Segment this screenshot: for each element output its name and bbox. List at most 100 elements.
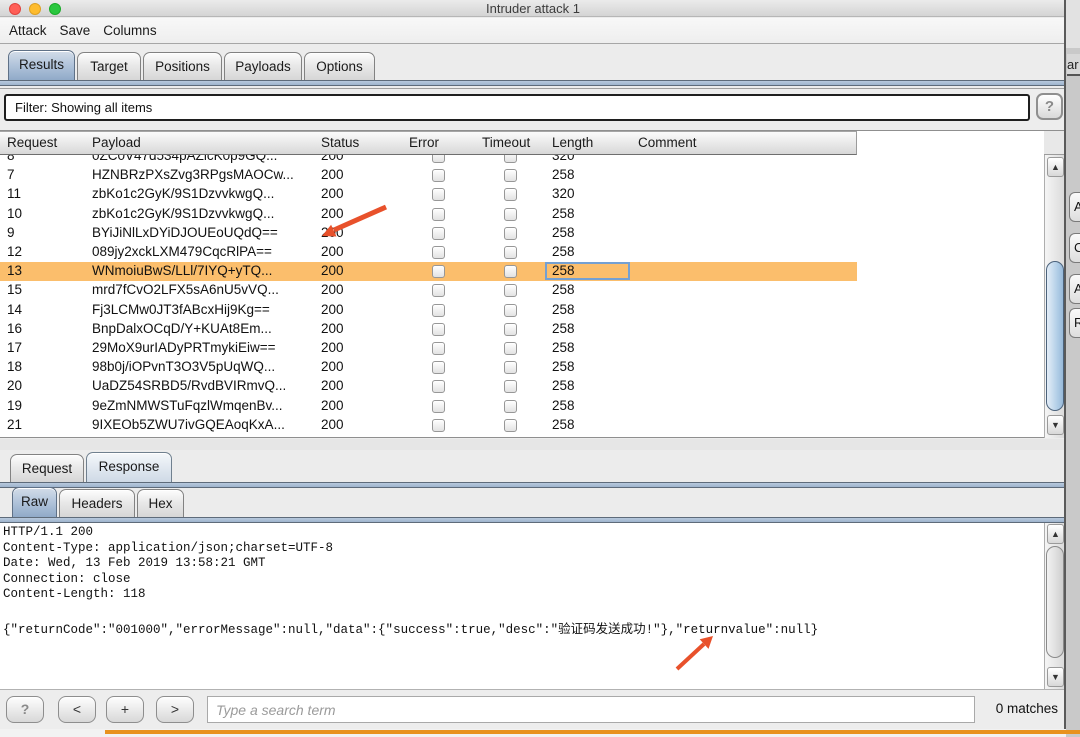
table-row[interactable]: 10zbKo1c2GyK/9S1DzvvkwgQ...200258: [0, 205, 857, 224]
scroll-up-icon[interactable]: ▲: [1047, 157, 1064, 177]
table-row[interactable]: 219IXEOb5ZWU7ivGQEAoqKxA...200258: [0, 416, 857, 435]
error-checkbox[interactable]: [432, 227, 445, 240]
timeout-checkbox[interactable]: [504, 361, 517, 374]
column-header-payload[interactable]: Payload: [85, 131, 315, 155]
scrollbar-corner: [1044, 131, 1065, 155]
error-checkbox[interactable]: [432, 323, 445, 336]
background-partial-button[interactable]: A: [1069, 192, 1080, 222]
timeout-checkbox[interactable]: [504, 208, 517, 221]
table-row[interactable]: 16BnpDalxOCqD/Y+KUAt8Em...200258: [0, 320, 857, 339]
background-partial-button[interactable]: C: [1069, 233, 1080, 263]
column-header-request[interactable]: Request: [0, 131, 86, 155]
table-row[interactable]: 1729MoX9urIADyPRTmykiEiw==200258: [0, 339, 857, 358]
scroll-down-icon[interactable]: ▼: [1047, 667, 1064, 687]
scroll-up-icon[interactable]: ▲: [1047, 524, 1064, 544]
cell-payload: 089jy2xckLXM479CqcRlPA==: [92, 243, 310, 262]
filter-help-button[interactable]: ?: [1036, 93, 1063, 120]
table-row[interactable]: 12089jy2xckLXM479CqcRlPA==200258: [0, 243, 857, 262]
search-help-button[interactable]: ?: [6, 696, 44, 723]
error-checkbox[interactable]: [432, 284, 445, 297]
tab-target[interactable]: Target: [77, 52, 141, 80]
cell-length: 258: [552, 358, 630, 377]
cell-comment: [638, 205, 853, 224]
tab-positions[interactable]: Positions: [143, 52, 222, 80]
table-row[interactable]: 11zbKo1c2GyK/9S1DzvvkwgQ...200320: [0, 185, 857, 204]
menu-columns[interactable]: Columns: [103, 23, 156, 38]
timeout-checkbox[interactable]: [504, 246, 517, 259]
background-partial-button[interactable]: R: [1069, 308, 1080, 338]
table-row[interactable]: 20UaDZ54SRBD5/RvdBVIRmvQ...200258: [0, 377, 857, 396]
timeout-checkbox[interactable]: [504, 188, 517, 201]
table-row[interactable]: 13WNmoiuBwS/LLl/7IYQ+yTQ...200258: [0, 262, 857, 281]
error-checkbox[interactable]: [432, 246, 445, 259]
search-input[interactable]: [207, 696, 975, 723]
tab-payloads[interactable]: Payloads: [224, 52, 302, 80]
response-viewer[interactable]: HTTP/1.1 200Content-Type: application/js…: [0, 523, 1044, 689]
table-row[interactable]: 199eZmNMWSTuFqzlWmqenBv...200258: [0, 397, 857, 416]
cell-status: 200: [321, 262, 401, 281]
column-header-error[interactable]: Error: [402, 131, 476, 155]
error-checkbox[interactable]: [432, 342, 445, 355]
column-header-length[interactable]: Length: [545, 131, 632, 155]
table-row[interactable]: 7HZNBRzPXsZvg3RPgsMAOCw...200258: [0, 166, 857, 185]
error-checkbox[interactable]: [432, 208, 445, 221]
response-scrollbar-thumb[interactable]: [1046, 546, 1064, 658]
error-checkbox[interactable]: [432, 400, 445, 413]
timeout-checkbox[interactable]: [504, 265, 517, 278]
table-scrollbar-thumb[interactable]: [1046, 261, 1064, 411]
table-row[interactable]: 80ZC0V47d534pAZicK0p9GQ...200320: [0, 155, 857, 166]
tab-headers[interactable]: Headers: [59, 489, 135, 517]
error-checkbox[interactable]: [432, 265, 445, 278]
menu-save[interactable]: Save: [60, 23, 91, 38]
tab-results[interactable]: Results: [8, 50, 75, 80]
cell-comment: [638, 301, 853, 320]
tab-response[interactable]: Response: [86, 452, 172, 482]
tabpane-border: [0, 80, 1066, 86]
response-line: Content-Type: application/json;charset=U…: [3, 541, 333, 555]
error-checkbox[interactable]: [432, 380, 445, 393]
table-row[interactable]: 9BYiJiNlLxDYiDJOUEoUQdQ==200258: [0, 224, 857, 243]
cell-payload: zbKo1c2GyK/9S1DzvvkwgQ...: [92, 185, 310, 204]
column-header-status[interactable]: Status: [314, 131, 403, 155]
column-header-comment[interactable]: Comment: [631, 131, 857, 155]
cell-comment: [638, 262, 853, 281]
search-next-button[interactable]: >: [156, 696, 194, 723]
timeout-checkbox[interactable]: [504, 342, 517, 355]
table-row[interactable]: 1898b0j/iOPvnT3O3V5pUqWQ...200258: [0, 358, 857, 377]
tab-hex[interactable]: Hex: [137, 489, 184, 517]
timeout-checkbox[interactable]: [504, 400, 517, 413]
timeout-checkbox[interactable]: [504, 284, 517, 297]
error-checkbox[interactable]: [432, 169, 445, 182]
error-checkbox[interactable]: [432, 419, 445, 432]
search-prev-button[interactable]: <: [58, 696, 96, 723]
tab-raw[interactable]: Raw: [12, 487, 57, 517]
error-checkbox[interactable]: [432, 304, 445, 317]
cell-request: 15: [7, 281, 82, 300]
error-checkbox[interactable]: [432, 188, 445, 201]
response-scrollbar[interactable]: ▲ ▼: [1044, 523, 1065, 689]
error-checkbox[interactable]: [432, 155, 445, 163]
menu-attack[interactable]: Attack: [9, 23, 47, 38]
table-scrollbar[interactable]: ▲ ▼: [1044, 155, 1065, 438]
filter-box[interactable]: Filter: Showing all items: [4, 94, 1030, 121]
tab-request[interactable]: Request: [10, 454, 84, 482]
background-tab-fragment: ar: [1067, 54, 1080, 76]
timeout-checkbox[interactable]: [504, 227, 517, 240]
table-row[interactable]: 15mrd7fCvO2LFX5sA6nU5vVQ...200258: [0, 281, 857, 300]
search-add-button[interactable]: +: [106, 696, 144, 723]
table-row[interactable]: 14Fj3LCMw0JT3fABcxHij9Kg==200258: [0, 301, 857, 320]
tab-options[interactable]: Options: [304, 52, 375, 80]
split-divider[interactable]: [0, 439, 1066, 450]
column-header-timeout[interactable]: Timeout: [475, 131, 546, 155]
timeout-checkbox[interactable]: [504, 304, 517, 317]
cell-comment: [638, 320, 853, 339]
background-partial-button[interactable]: A: [1069, 274, 1080, 304]
timeout-checkbox[interactable]: [504, 380, 517, 393]
timeout-checkbox[interactable]: [504, 419, 517, 432]
timeout-checkbox[interactable]: [504, 323, 517, 336]
table-header: RequestPayloadStatusErrorTimeoutLengthCo…: [0, 131, 1066, 155]
timeout-checkbox[interactable]: [504, 155, 517, 163]
scroll-down-icon[interactable]: ▼: [1047, 415, 1064, 435]
timeout-checkbox[interactable]: [504, 169, 517, 182]
error-checkbox[interactable]: [432, 361, 445, 374]
